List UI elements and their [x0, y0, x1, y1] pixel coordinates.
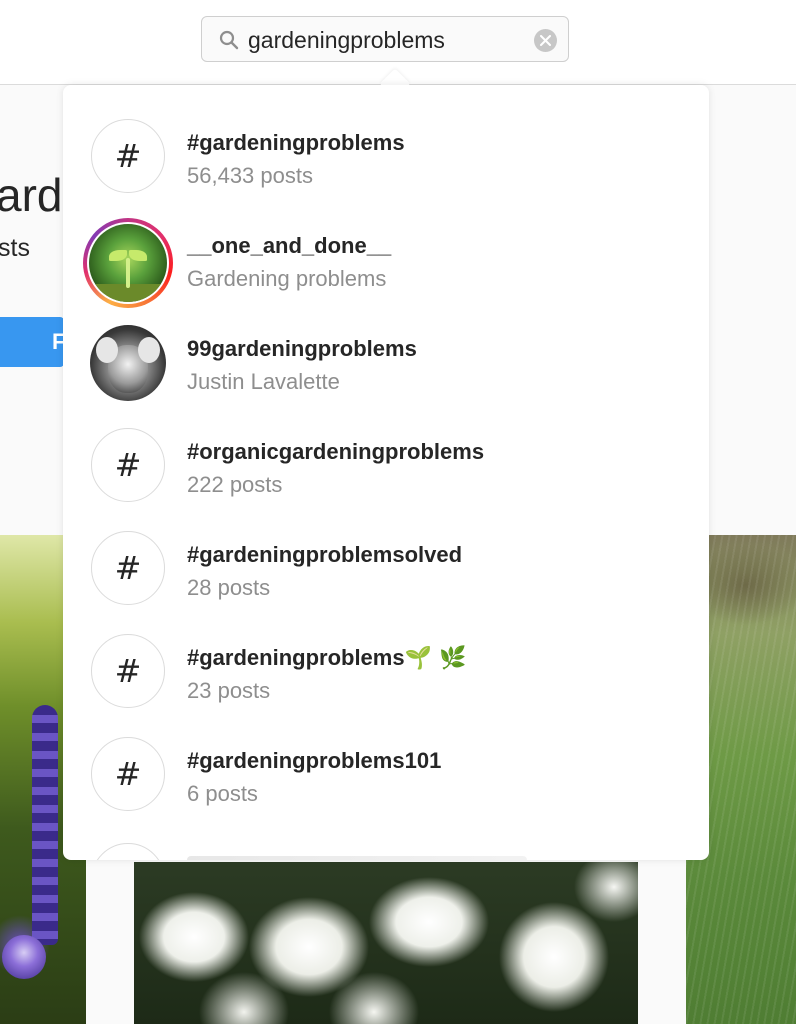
hashtag-icon: #: [91, 531, 165, 605]
plant-emoji-icon: 🌱 🌿: [404, 646, 467, 671]
search-result-hashtag[interactable]: # #gardeningproblems 56,433 posts: [63, 85, 709, 193]
search-result-hashtag[interactable]: # #gardeningproblems🌱 🌿 23 posts: [63, 600, 709, 708]
hashtag-icon: #: [91, 737, 165, 811]
result-subtitle: 23 posts: [187, 678, 271, 703]
result-title: #organicgardeningproblems: [187, 439, 485, 464]
search-result-hashtag[interactable]: # #gardeningproblemsolved 28 posts: [63, 497, 709, 605]
result-subtitle: 28 posts: [187, 575, 271, 600]
result-title: #gardeningproblems🌱 🌿: [187, 645, 467, 671]
search-result-hashtag[interactable]: # #gardeningproblems101 6 posts: [63, 703, 709, 811]
result-subtitle: 56,433 posts: [187, 163, 313, 188]
clear-search-button[interactable]: [534, 29, 557, 52]
result-subtitle: 6 posts: [187, 781, 258, 806]
avatar-photo: [90, 325, 166, 401]
next-result-peek: [91, 843, 165, 860]
result-title: __one_and_done__: [187, 233, 392, 258]
result-title: 99gardeningproblems: [187, 336, 417, 361]
result-title: #gardeningproblemsolved: [187, 542, 463, 567]
lupin-flower: [32, 705, 58, 945]
result-subtitle: 222 posts: [187, 472, 283, 497]
tag-page-post-count: sts: [0, 234, 30, 262]
result-subtitle: Gardening problems: [187, 266, 387, 291]
search-result-hashtag[interactable]: # #organicgardeningproblems 222 posts: [63, 394, 709, 502]
follow-button[interactable]: F: [0, 317, 65, 367]
search-input[interactable]: [248, 25, 518, 55]
search-icon: [219, 30, 239, 50]
post-thumbnail-azaleas[interactable]: [134, 862, 638, 1024]
search-box[interactable]: [201, 16, 569, 62]
result-subtitle: Justin Lavalette: [187, 369, 340, 394]
next-result-peek-text: [187, 856, 527, 860]
result-title: #gardeningproblems101: [187, 748, 442, 773]
result-title: #gardeningproblems: [187, 130, 405, 155]
search-results-dropdown: # #gardeningproblems 56,433 posts __one_…: [63, 85, 709, 860]
purple-flower: [2, 935, 46, 979]
page: arde sts F # #gardeningp: [0, 0, 796, 1024]
search-result-user[interactable]: 99gardeningproblems Justin Lavalette: [63, 291, 709, 401]
search-result-user[interactable]: __one_and_done__ Gardening problems: [63, 188, 709, 308]
hashtag-icon: #: [91, 428, 165, 502]
hashtag-icon: #: [91, 634, 165, 708]
hashtag-icon: #: [91, 119, 165, 193]
clear-icon: [540, 35, 551, 46]
